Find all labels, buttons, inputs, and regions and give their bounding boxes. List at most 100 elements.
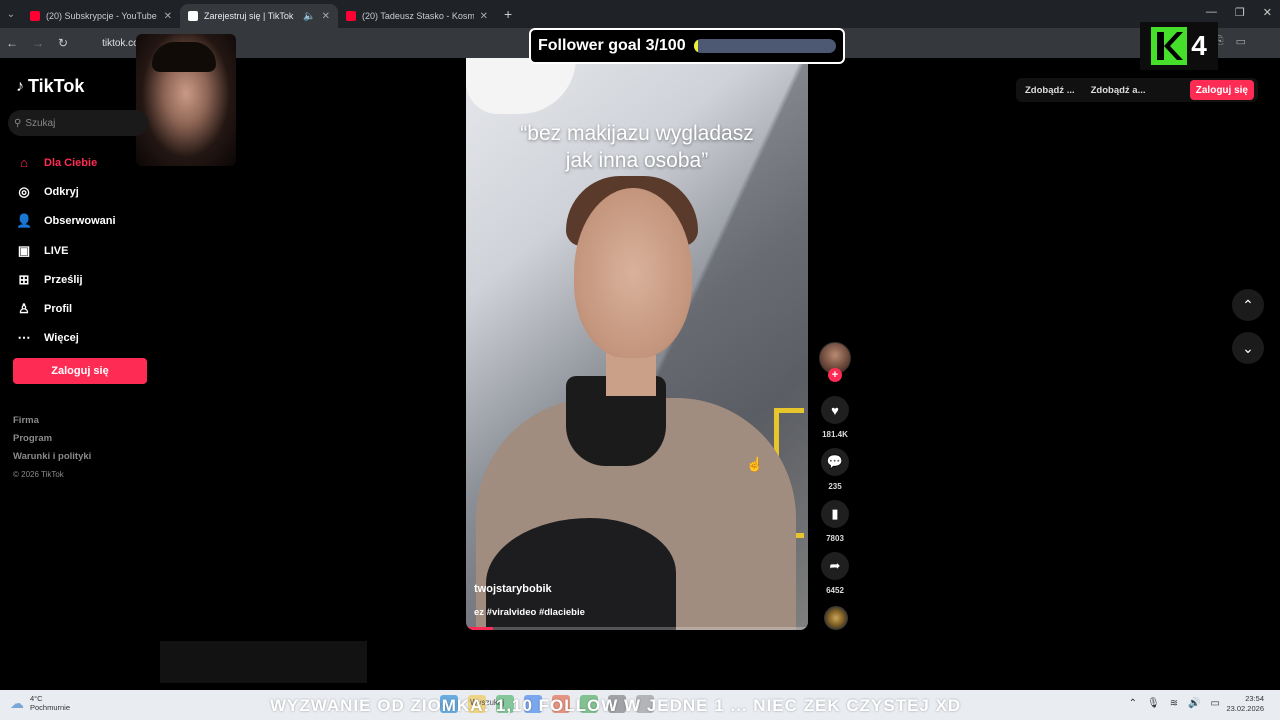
browser-tab-bar: ⌄ (20) Subskrypcje - YouTube ✕ Zarejestr… — [0, 0, 1280, 28]
screen: ⌄ (20) Subskrypcje - YouTube ✕ Zarejestr… — [0, 0, 1280, 720]
like-count: 181.4K — [822, 430, 848, 439]
profile-icon: ♙ — [18, 301, 30, 317]
k4-logo: 4 — [1140, 22, 1218, 70]
live-icon: ▣ — [17, 242, 31, 258]
like-action[interactable]: ♥ 181.4K — [819, 396, 851, 439]
tiktok-icon — [188, 11, 198, 21]
tab-youtube[interactable]: (20) Subskrypcje - YouTube ✕ — [22, 4, 180, 28]
sidebar-item-label: Obserwowani — [44, 215, 116, 228]
sidebar-item-label: Prześlij — [44, 273, 83, 286]
sidebar-item-label: LIVE — [44, 244, 69, 257]
k-logo-icon — [1151, 27, 1188, 65]
k-letter-icon — [1157, 32, 1184, 60]
home-icon: ⌂ — [20, 155, 28, 171]
mouse-cursor-icon: ☝ — [746, 456, 764, 472]
sidebar-item-odkryj[interactable]: ◎ Odkryj — [16, 177, 156, 206]
minimize-icon[interactable]: — — [1206, 6, 1217, 19]
close-window-icon[interactable]: ✕ — [1263, 6, 1272, 19]
save-action[interactable]: ▮ 7803 — [819, 500, 851, 543]
bookmark-icon: ▮ — [821, 500, 849, 528]
stream-ticker: WYZWANIE OD ZIOMKA: 1,10 FOLLOW W JEDNE … — [270, 696, 962, 715]
top-login-button[interactable]: Zaloguj się — [1189, 80, 1254, 100]
sidebar-item-profil[interactable]: ♙ Profil — [16, 294, 156, 323]
back-icon[interactable]: ← — [6, 36, 18, 50]
comment-action[interactable]: 💬 235 — [819, 448, 851, 491]
heart-icon: ♥ — [821, 396, 849, 424]
forward-icon[interactable]: → — [32, 36, 44, 50]
video-progress-bar[interactable] — [466, 627, 808, 630]
reload-icon[interactable]: ↻ — [58, 36, 68, 50]
sidebar-item-obserwowani[interactable]: 👤 Obserwowani — [16, 207, 156, 236]
new-tab-button[interactable]: + — [504, 6, 512, 22]
close-icon[interactable]: ✕ — [164, 11, 172, 22]
share-icon: ➦ — [821, 552, 849, 580]
close-icon[interactable]: ✕ — [322, 11, 330, 22]
save-count: 7803 — [826, 534, 844, 543]
get-app-button[interactable]: Zdobądź a... — [1086, 85, 1151, 96]
tiktok-logo[interactable]: ♪ TikTok — [16, 76, 84, 97]
tab-search-icon[interactable]: ⌄ — [0, 9, 22, 20]
k4-number: 4 — [1191, 30, 1207, 61]
wifi-icon[interactable]: ≋ — [1170, 698, 1178, 709]
video-description[interactable]: ez #viralvideo #dlaciebie — [474, 607, 585, 618]
speaker-icon[interactable]: 🔈 — [303, 11, 315, 22]
get-coins-button[interactable]: Zdobądź ... — [1020, 85, 1080, 96]
previous-video-button[interactable]: ⌃ — [1232, 289, 1264, 321]
weather-text: Pochmurnie — [30, 703, 71, 712]
video-player[interactable]: “bez makijazu wygladasz jak inna osoba” … — [466, 58, 808, 630]
chevron-down-icon: ⌄ — [1242, 339, 1254, 356]
youtube-icon — [30, 11, 40, 21]
weather-widget[interactable]: ☁ 4°C Pochmurnie — [10, 694, 70, 712]
video-person-face — [574, 188, 692, 358]
close-icon[interactable]: ✕ — [480, 11, 488, 22]
sidebar-item-dla-ciebie[interactable]: ⌂ Dla Ciebie — [16, 148, 156, 177]
footer-link-firma[interactable]: Firma — [13, 412, 91, 430]
system-tray: ⌃ 🎙 ≋ 🔊 ▭ — [1129, 698, 1220, 709]
login-button[interactable]: Zaloguj się — [13, 358, 147, 384]
sidebar-item-wiecej[interactable]: ⋯ Więcej — [16, 324, 156, 353]
tab-youtube-2[interactable]: (20) Tadeusz Stasko - Kosmiczn... ✕ — [338, 4, 496, 28]
sidebar-item-przeslij[interactable]: ⊞ Prześlij — [16, 265, 156, 294]
webcam-overlay — [136, 34, 236, 166]
microphone-icon[interactable]: 🎙 — [1147, 698, 1160, 709]
video-caption: “bez makijazu wygladasz jak inna osoba” — [466, 120, 808, 174]
copyright: © 2026 TikTok — [13, 470, 64, 479]
cast-icon[interactable]: ▭ — [1236, 35, 1246, 48]
video-author[interactable]: twojstarybobik — [474, 583, 552, 595]
next-video-button[interactable]: ⌄ — [1232, 332, 1264, 364]
follow-plus-icon[interactable]: + — [828, 368, 842, 382]
upload-icon: ⊞ — [18, 271, 30, 287]
tab-tiktok[interactable]: Zarejestruj się | TikTok 🔈 ✕ — [180, 4, 338, 28]
sidebar-footer: Firma Program Warunki i polityki © 2026 … — [13, 412, 91, 484]
search-placeholder: Szukaj — [25, 117, 56, 129]
youtube-icon — [346, 11, 356, 21]
follower-goal-bar — [693, 39, 836, 53]
sidebar-item-label: Odkryj — [44, 185, 79, 198]
sidebar-item-live[interactable]: ▣ LIVE — [16, 236, 156, 265]
clock[interactable]: 23:54 23.02.2026 — [1226, 694, 1264, 714]
follower-goal-fill — [693, 39, 698, 53]
comment-count: 235 — [828, 482, 842, 491]
chevron-up-icon[interactable]: ⌃ — [1129, 698, 1137, 709]
date: 23.02.2026 — [1226, 704, 1264, 713]
chevron-up-icon: ⌃ — [1242, 296, 1254, 313]
extensions-area: ⎘ ▭ — [1215, 35, 1246, 48]
comment-icon: 💬 — [821, 448, 849, 476]
volume-icon[interactable]: 🔊 — [1188, 698, 1200, 709]
search-icon: ⚲ — [14, 117, 22, 129]
follower-goal-widget: Follower goal 3/100 — [529, 28, 845, 64]
time: 23:54 — [1245, 694, 1264, 703]
footer-link-program[interactable]: Program — [13, 430, 91, 448]
battery-icon[interactable]: ▭ — [1211, 698, 1220, 709]
compass-icon: ◎ — [18, 183, 30, 199]
music-disc-icon[interactable] — [824, 606, 848, 630]
share-count: 6452 — [826, 586, 844, 595]
sidebar-item-label: Profil — [44, 303, 73, 316]
share-action[interactable]: ➦ 6452 — [819, 552, 851, 595]
follower-goal-text: Follower goal 3/100 — [538, 37, 686, 54]
search-input[interactable]: ⚲ Szukaj — [8, 110, 148, 136]
maximize-icon[interactable]: ❐ — [1235, 6, 1245, 19]
footer-link-terms[interactable]: Warunki i polityki — [13, 448, 91, 466]
tiktok-note-icon: ♪ — [16, 77, 24, 95]
caption-line: “bez makijazu wygladasz — [520, 122, 754, 145]
